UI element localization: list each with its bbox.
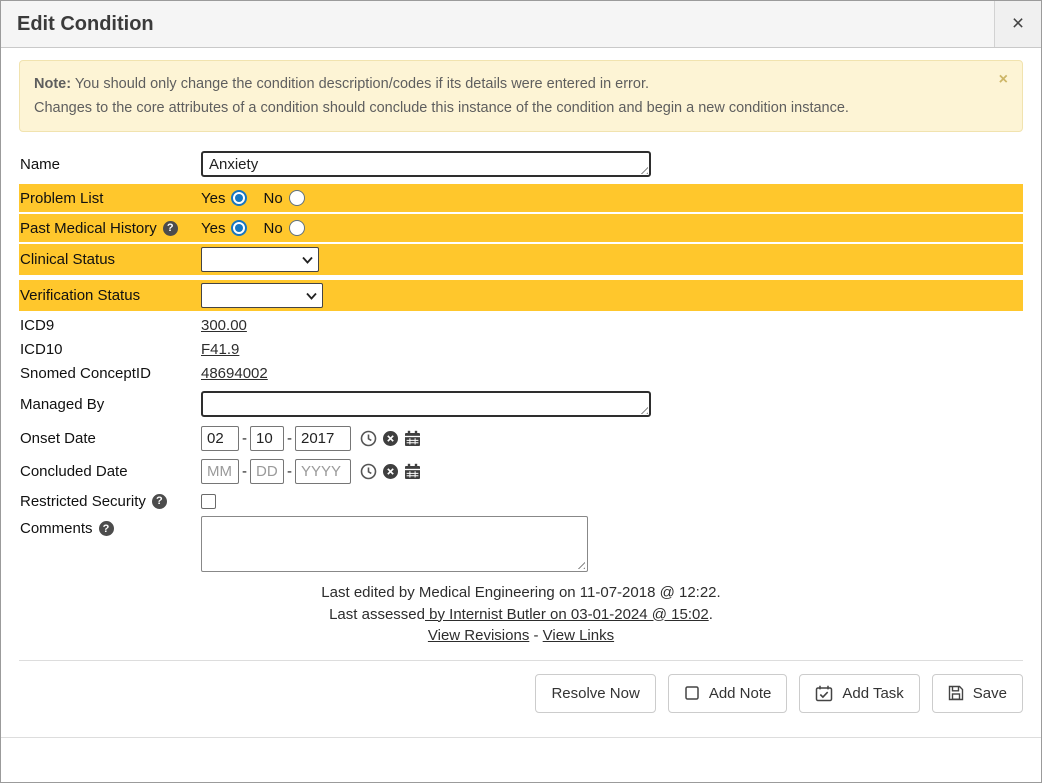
clock-icon[interactable] <box>360 463 377 480</box>
problem-list-yes-label: Yes <box>201 190 225 207</box>
icd9-label: ICD9 <box>19 317 201 334</box>
pmh-no-label: No <box>263 220 282 237</box>
dialog-header: Edit Condition × <box>1 1 1041 48</box>
help-icon[interactable]: ? <box>99 521 114 536</box>
close-icon[interactable]: × <box>994 1 1041 47</box>
form-row-past-medical-history: Past Medical History ? Yes No <box>19 214 1023 242</box>
task-calendar-icon <box>815 685 833 702</box>
problem-list-no-label: No <box>263 190 282 207</box>
problem-list-no-radio[interactable] <box>289 190 305 206</box>
form-row-restricted-security: Restricted Security ? <box>19 488 1023 514</box>
form-row-concluded-date: Concluded Date - - <box>19 456 1023 486</box>
form-row-icd9: ICD9 300.00 <box>19 313 1023 337</box>
icd10-label: ICD10 <box>19 341 201 358</box>
onset-date-label: Onset Date <box>19 430 201 447</box>
clinical-status-label: Clinical Status <box>19 251 201 268</box>
pmh-yes-label: Yes <box>201 220 225 237</box>
form-row-icd10: ICD10 F41.9 <box>19 337 1023 361</box>
pmh-no-radio[interactable] <box>289 220 305 236</box>
form-row-onset-date: Onset Date - - <box>19 423 1023 453</box>
note-icon <box>684 685 700 701</box>
managed-by-label: Managed By <box>19 396 201 413</box>
comments-label: Comments <box>20 520 93 537</box>
view-links-row: View Revisions - View Links <box>19 625 1023 647</box>
date-separator: - <box>242 463 247 480</box>
save-button[interactable]: Save <box>932 674 1023 713</box>
name-input[interactable] <box>201 151 651 177</box>
concluded-date-label: Concluded Date <box>19 463 201 480</box>
last-assessed-text: Last assessed by Internist Butler on 03-… <box>19 604 1023 626</box>
audit-info: Last edited by Medical Engineering on 11… <box>19 582 1023 647</box>
problem-list-label: Problem List <box>19 190 201 207</box>
links-separator: - <box>529 627 542 644</box>
name-label: Name <box>19 156 201 173</box>
calendar-icon[interactable] <box>404 463 421 480</box>
form-row-name: Name <box>19 148 1023 180</box>
onset-year-input[interactable] <box>295 426 351 451</box>
date-separator: - <box>287 430 292 447</box>
calendar-icon[interactable] <box>404 430 421 447</box>
date-separator: - <box>242 430 247 447</box>
last-edited-text: Last edited by Medical Engineering on 11… <box>19 582 1023 604</box>
action-button-bar: Resolve Now Add Note Add Task Save <box>19 660 1023 728</box>
clear-date-icon[interactable] <box>382 430 399 447</box>
last-assessed-link[interactable]: by Internist Butler on 03-01-2024 @ 15:0… <box>425 606 709 623</box>
form-row-problem-list: Problem List Yes No <box>19 184 1023 212</box>
managed-by-input[interactable] <box>201 391 651 417</box>
clock-icon[interactable] <box>360 430 377 447</box>
past-medical-history-label: Past Medical History <box>20 220 157 237</box>
view-links-link[interactable]: View Links <box>543 627 614 644</box>
form-row-comments: Comments ? <box>19 516 1023 572</box>
note-prefix: Note: <box>34 76 71 92</box>
condition-form: Name Problem List Yes No <box>19 148 1023 572</box>
note-text: Note: You should only change the conditi… <box>34 72 999 120</box>
icd9-code-link[interactable]: 300.00 <box>201 317 247 334</box>
note-dismiss-icon[interactable]: × <box>999 72 1008 88</box>
note-line1: You should only change the condition des… <box>71 76 649 92</box>
form-row-managed-by: Managed By <box>19 388 1023 420</box>
add-note-button[interactable]: Add Note <box>668 674 788 713</box>
help-icon[interactable]: ? <box>163 221 178 236</box>
comments-textarea[interactable] <box>201 516 588 572</box>
dialog-footer <box>1 737 1041 782</box>
clear-date-icon[interactable] <box>382 463 399 480</box>
help-icon[interactable]: ? <box>152 494 167 509</box>
save-floppy-icon <box>948 685 964 701</box>
form-row-clinical-status: Clinical Status <box>19 244 1023 275</box>
note-banner: Note: You should only change the conditi… <box>19 60 1023 132</box>
form-row-snomed: Snomed ConceptID 48694002 <box>19 361 1023 385</box>
verification-status-label: Verification Status <box>19 287 201 304</box>
icd10-code-link[interactable]: F41.9 <box>201 341 239 358</box>
concluded-day-input[interactable] <box>250 459 284 484</box>
view-revisions-link[interactable]: View Revisions <box>428 627 529 644</box>
onset-day-input[interactable] <box>250 426 284 451</box>
pmh-yes-radio[interactable] <box>231 220 247 236</box>
date-separator: - <box>287 463 292 480</box>
verification-status-select[interactable] <box>201 283 323 308</box>
restricted-security-checkbox[interactable] <box>201 494 216 509</box>
add-task-button[interactable]: Add Task <box>799 674 919 713</box>
resolve-now-button[interactable]: Resolve Now <box>535 674 655 713</box>
clinical-status-select[interactable] <box>201 247 319 272</box>
onset-month-input[interactable] <box>201 426 239 451</box>
form-row-verification-status: Verification Status <box>19 280 1023 311</box>
restricted-security-label: Restricted Security <box>20 493 146 510</box>
concluded-year-input[interactable] <box>295 459 351 484</box>
page-title: Edit Condition <box>1 1 994 47</box>
note-line2: Changes to the core attributes of a cond… <box>34 100 849 116</box>
problem-list-yes-radio[interactable] <box>231 190 247 206</box>
snomed-code-link[interactable]: 48694002 <box>201 365 268 382</box>
snomed-label: Snomed ConceptID <box>19 365 201 382</box>
edit-condition-dialog: Edit Condition × Note: You should only c… <box>0 0 1042 783</box>
concluded-month-input[interactable] <box>201 459 239 484</box>
dialog-body: Note: You should only change the conditi… <box>1 48 1041 737</box>
